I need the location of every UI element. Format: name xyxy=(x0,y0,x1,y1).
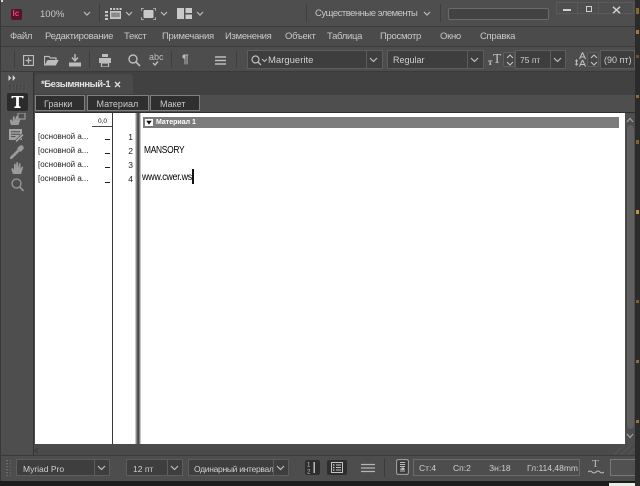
svg-text:2: 2 xyxy=(307,470,311,476)
svg-text:1: 1 xyxy=(307,463,311,469)
svg-text:abc: abc xyxy=(149,52,164,62)
